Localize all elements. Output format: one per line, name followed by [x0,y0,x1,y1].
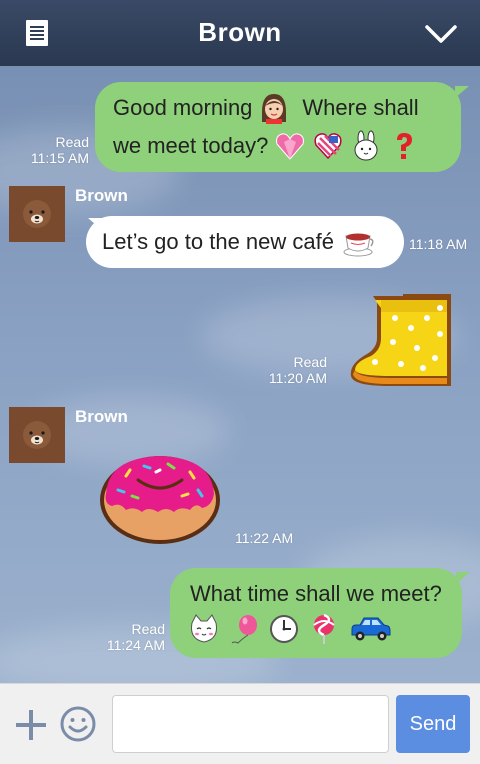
chat-area[interactable]: Read 11:15 AM Good morning Where shall w… [0,66,480,683]
message-time: 11:15 AM [30,150,89,166]
lollipop-icon [313,613,335,644]
read-receipt: Read 11:15 AM [18,134,89,166]
question-mark-icon [397,133,413,159]
blue-car-icon [351,617,391,641]
yellow-rain-boot-sticker[interactable] [345,288,457,388]
message-time: 11:22 AM [235,530,294,546]
message-time: 11:20 AM [268,370,327,386]
collapse-button[interactable] [424,18,458,48]
avatar-brown[interactable] [9,186,65,242]
message-time: 11:18 AM [409,236,468,252]
chevron-down-icon [425,25,457,43]
balloon-icon [231,615,257,644]
tea-cup-icon [343,233,374,257]
send-button[interactable]: Send [396,695,470,753]
emoji-button[interactable] [58,704,98,744]
brown-bear-avatar-icon [9,407,65,463]
pink-donut-sticker[interactable] [98,450,222,546]
composer-bar: Send [0,683,480,764]
pink-heart-gem-icon [276,133,305,160]
read-receipt: Read 11:20 AM [255,354,327,386]
clock-icon [270,615,298,643]
smiley-icon [60,706,96,742]
read-receipt: Read 11:24 AM [95,621,165,653]
bunny-face-icon [354,130,378,161]
attach-button[interactable] [14,708,48,742]
message-input[interactable] [112,695,389,753]
outgoing-message[interactable]: What time shall we meet? [170,568,462,658]
chat-header: Brown [0,0,480,66]
striped-heart-icon [314,133,342,160]
cat-face-icon [191,614,217,643]
chat-title: Brown [198,17,282,47]
sender-name: Brown [75,407,128,426]
outgoing-message[interactable]: Good morning Where shall we meet today? [95,82,461,172]
girl-face-icon [262,94,287,124]
message-time: 11:24 AM [106,637,165,653]
plus-icon [16,710,46,740]
avatar-brown[interactable] [9,407,65,463]
brown-bear-avatar-icon [9,186,65,242]
incoming-message[interactable]: Let’s go to the new café [86,216,404,268]
sender-name: Brown [75,186,128,205]
